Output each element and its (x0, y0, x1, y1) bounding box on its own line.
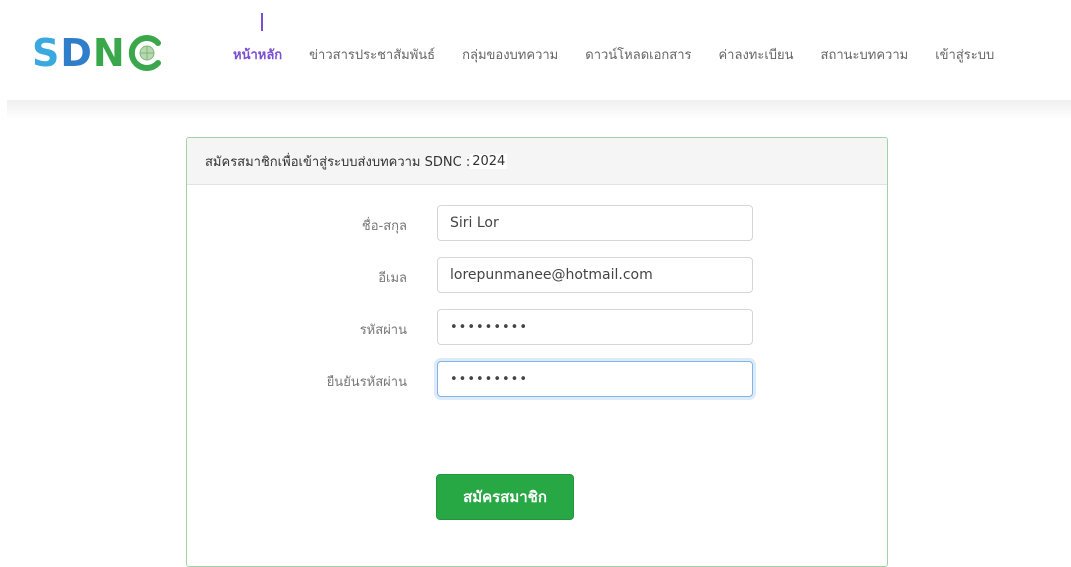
logo-letter-s: S (32, 31, 61, 75)
nav-news[interactable]: ข่าวสารประชาสัมพันธ์ (309, 44, 435, 65)
confirm-password-row: ยืนยันรหัสผ่าน (187, 361, 887, 399)
nav-home[interactable]: หน้าหลัก (233, 44, 282, 65)
panel-heading: สมัครสมาชิกเพื่อเข้าสู่ระบบส่งบทความ SDN… (187, 138, 887, 185)
site-logo[interactable]: S D N (32, 31, 164, 75)
confirm-password-label: ยืนยันรหัสผ่าน (326, 375, 407, 390)
panel-title: สมัครสมาชิกเพื่อเข้าสู่ระบบส่งบทความ SDN… (205, 154, 471, 170)
email-row: อีเมล (187, 257, 887, 295)
fullname-row: ชื่อ-สกุล (187, 205, 887, 243)
fullname-input[interactable] (437, 205, 753, 241)
email-input[interactable] (437, 257, 753, 293)
site-header: S D N หน้าหลัก ข่าวสารประชาสัมพันธ์ กลุ่… (0, 0, 1071, 100)
password-input[interactable] (437, 309, 753, 345)
nav-paper-status[interactable]: สถานะบทความ (821, 44, 909, 65)
email-label: อีเมล (378, 271, 407, 286)
nav-login[interactable]: เข้าสู่ระบบ (935, 44, 994, 65)
logo-letter-n: N (92, 31, 126, 75)
header-divider (7, 100, 1071, 120)
logo-letter-d: D (60, 31, 93, 75)
main-nav: หน้าหลัก ข่าวสารประชาสัมพันธ์ กลุ่มของบท… (233, 44, 1021, 64)
logo-globe-icon (128, 35, 164, 71)
nav-downloads[interactable]: ดาวน์โหลดเอกสาร (585, 44, 691, 65)
password-label: รหัสผ่าน (359, 323, 407, 338)
fullname-label: ชื่อ-สกุล (361, 219, 407, 234)
panel-year: 2024 (470, 153, 508, 169)
nav-registration-fee[interactable]: ค่าลงทะเบียน (718, 44, 793, 65)
active-nav-indicator (261, 13, 263, 31)
confirm-password-input[interactable] (437, 361, 753, 397)
register-button[interactable]: สมัครสมาชิก (436, 474, 574, 520)
password-row: รหัสผ่าน (187, 309, 887, 347)
registration-panel: สมัครสมาชิกเพื่อเข้าสู่ระบบส่งบทความ SDN… (186, 137, 888, 567)
nav-paper-groups[interactable]: กลุ่มของบทความ (462, 44, 558, 65)
